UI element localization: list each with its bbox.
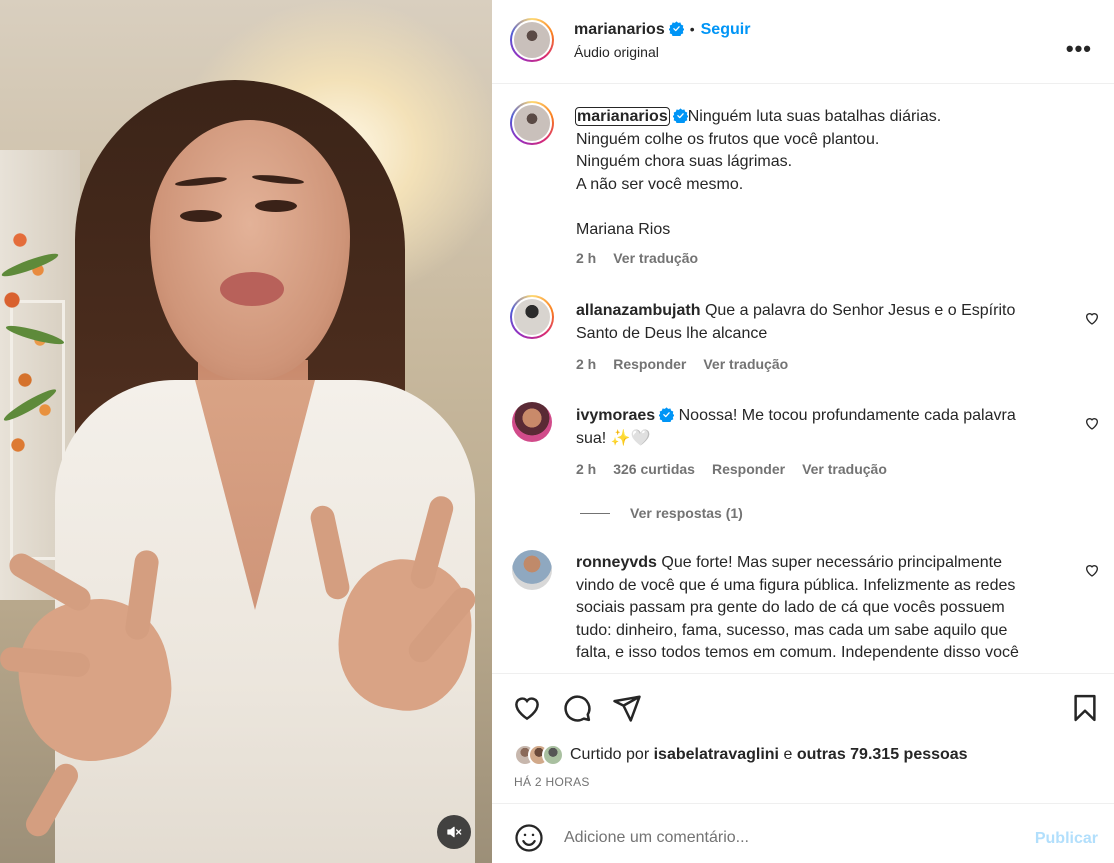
liker-avatar[interactable]	[542, 744, 564, 766]
liked-by-prefix: Curtido por	[570, 746, 650, 763]
video-person-lips	[220, 272, 284, 306]
comment-reply-link[interactable]: Responder	[613, 356, 686, 372]
likes-text: Curtido por isabelatravaglini e outras 7…	[570, 746, 968, 764]
comment-text: tudo: dinheiro, fama, sucesso, mas cada …	[576, 621, 1008, 639]
bookmark-icon[interactable]	[1070, 693, 1100, 723]
comments-section: marianarios Ninguém luta suas batalhas di…	[492, 85, 1114, 673]
view-replies-button[interactable]: Ver respostas (1)	[580, 505, 743, 521]
comment-body: ronneyvds Que forte! Mas super necessári…	[576, 552, 1076, 665]
comment-icon[interactable]	[562, 693, 592, 723]
follow-button[interactable]: Seguir	[701, 21, 751, 38]
comment-body: ivymoraes Noossa! Me tocou profundamente…	[576, 405, 1056, 481]
comment-meta: 2 h Responder Ver tradução	[576, 353, 1056, 376]
caption-meta: 2 h Ver tradução	[576, 247, 1096, 270]
verified-badge-icon	[672, 108, 688, 123]
emoji-icon[interactable]	[514, 823, 544, 853]
mute-toggle-button[interactable]	[437, 815, 471, 849]
share-icon[interactable]	[612, 693, 642, 723]
post-actions: Curtido por isabelatravaglini e outras 7…	[492, 673, 1114, 803]
comment-bar: Publicar	[492, 803, 1114, 863]
comment-text: Santo de Deus lhe alcance	[576, 324, 768, 342]
comment-body: allanazambujath Que a palavra do Senhor …	[576, 300, 1056, 376]
heart-icon[interactable]	[512, 693, 542, 723]
caption-line: Ninguém chora suas lágrimas.	[576, 153, 793, 170]
comment-text: sua! ✨🤍	[576, 429, 651, 447]
comment-text: Que a palavra do Senhor Jesus e o Espíri…	[704, 302, 1016, 319]
comment-likes-count[interactable]: 326 curtidas	[613, 461, 695, 477]
comment-like-heart-icon[interactable]	[1084, 310, 1100, 326]
view-replies-label: Ver respostas (1)	[630, 505, 743, 521]
comment-translate-link[interactable]: Ver tradução	[703, 356, 788, 372]
post-time-ago[interactable]: HÁ 2 HORAS	[514, 775, 590, 789]
comment-text: vindo de você que é uma figura pública. …	[576, 576, 1016, 594]
video-person-face	[150, 120, 350, 380]
caption-line: A não ser você mesmo.	[576, 175, 744, 193]
comment-username[interactable]: ronneyvds	[576, 554, 657, 571]
caption-signature: Mariana Rios	[576, 220, 671, 238]
comment-avatar[interactable]	[512, 550, 552, 590]
author-username[interactable]: marianarios	[574, 21, 665, 38]
post-header: marianarios • Seguir Áudio original •••	[492, 0, 1114, 84]
author-info: marianarios • Seguir Áudio original	[574, 21, 750, 60]
comment-like-heart-icon[interactable]	[1084, 562, 1100, 578]
comment-reply-link[interactable]: Responder	[712, 461, 785, 477]
audio-label[interactable]: Áudio original	[574, 44, 750, 60]
comment-text: Noossa! Me tocou profundamente cada pala…	[678, 407, 1016, 424]
post-details-panel: marianarios • Seguir Áudio original ••• ma…	[492, 0, 1114, 863]
comment-avatar[interactable]	[512, 402, 552, 442]
caption-body: marianarios Ninguém luta suas batalhas di…	[575, 106, 1096, 270]
more-options-button[interactable]: •••	[1066, 36, 1092, 62]
comment-username[interactable]: ivymoraes	[576, 407, 655, 424]
liked-by-others[interactable]: outras 79.315 pessoas	[797, 746, 968, 763]
publish-button[interactable]: Publicar	[1035, 830, 1098, 848]
comment-avatar[interactable]	[510, 295, 554, 339]
caption-line: Ninguém luta suas batalhas diárias.	[687, 108, 942, 125]
comment-text: Que forte! Mas super necessário principa…	[661, 554, 1002, 571]
caption-line: Ninguém colhe os frutos que você plantou…	[576, 130, 880, 148]
author-avatar[interactable]	[510, 18, 554, 62]
video-person-eye	[255, 200, 297, 212]
comment-text: sociais passam pra gente do lado de cá q…	[576, 599, 1005, 616]
verified-badge-icon	[668, 21, 684, 36]
comment-time[interactable]: 2 h	[576, 461, 596, 477]
muted-speaker-icon	[447, 826, 462, 838]
view-replies-line	[580, 512, 610, 514]
caption-author-username[interactable]: marianarios	[575, 107, 670, 126]
header-separator: •	[689, 21, 695, 37]
verified-badge-icon	[659, 407, 675, 422]
comment-meta: 2 h 326 curtidas Responder Ver tradução	[576, 458, 1056, 481]
post-video[interactable]	[0, 0, 492, 863]
liked-by-and: e	[783, 746, 793, 763]
comment-like-heart-icon[interactable]	[1084, 415, 1100, 431]
comment-username[interactable]: allanazambujath	[576, 302, 700, 319]
caption-time[interactable]: 2 h	[576, 250, 596, 266]
caption-line	[576, 196, 1096, 219]
video-person-eye	[180, 210, 222, 222]
comment-time[interactable]: 2 h	[576, 356, 596, 372]
liked-by-user[interactable]: isabelatravaglini	[654, 746, 779, 763]
likes-summary: Curtido por isabelatravaglini e outras 7…	[514, 744, 968, 766]
comment-text: falta, e isso todos temos em comum. Inde…	[576, 644, 1019, 661]
caption-translate-link[interactable]: Ver tradução	[613, 250, 698, 266]
comment-translate-link[interactable]: Ver tradução	[802, 461, 887, 477]
comment-input[interactable]	[564, 826, 1014, 850]
caption-author-avatar[interactable]	[510, 101, 554, 145]
